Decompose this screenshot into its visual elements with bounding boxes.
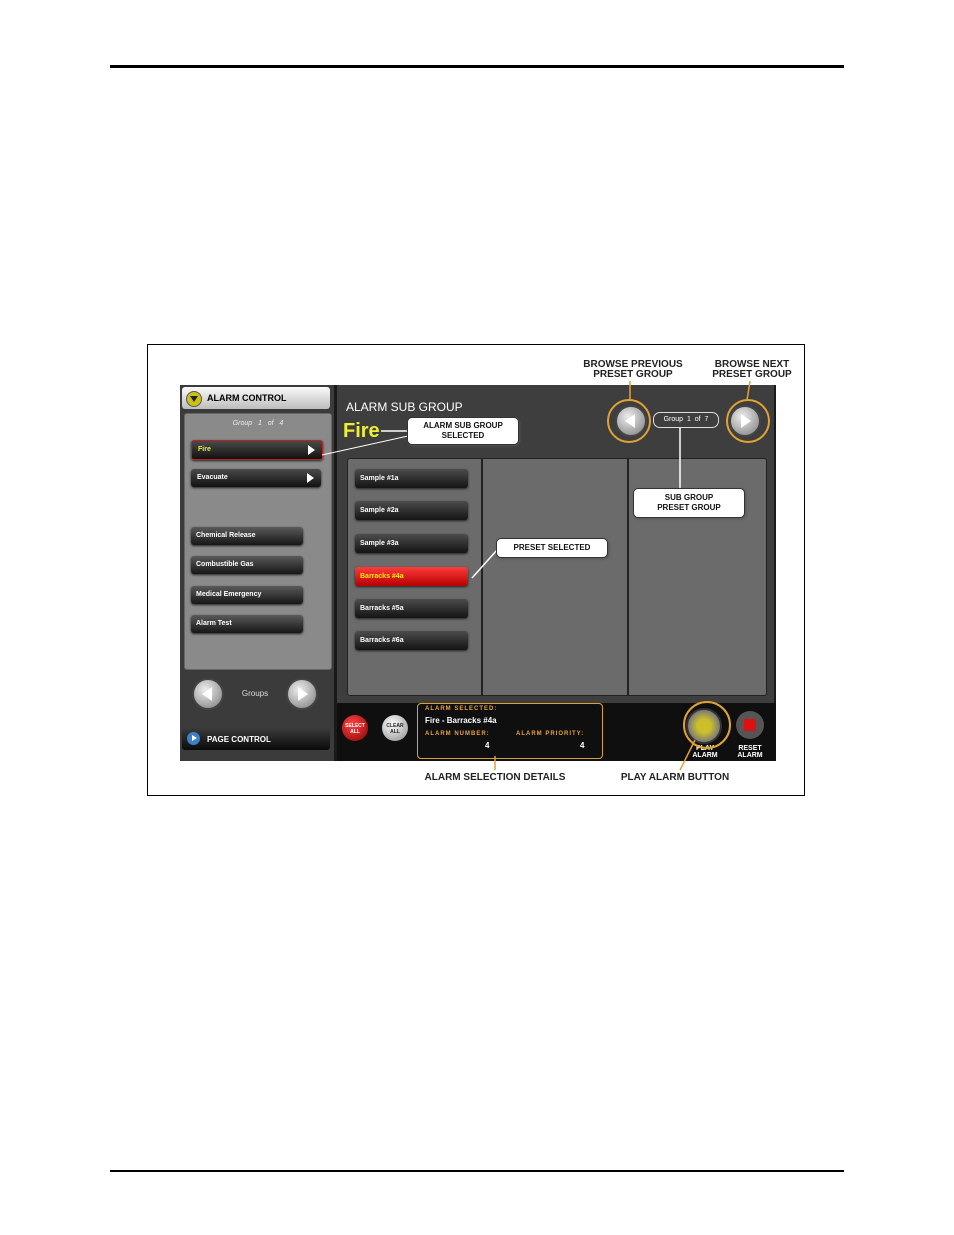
callout-subgroup-preset-group: SUB GROUP PRESET GROUP xyxy=(633,488,745,518)
callout-alarm-selection-details: ALARM SELECTION DETAILS xyxy=(424,772,566,783)
callout-play-alarm-button: PLAY ALARM BUTTON xyxy=(620,772,730,783)
callout-preset-selected: PRESET SELECTED xyxy=(496,538,608,558)
callout-leader-lines xyxy=(321,380,751,771)
callout-subgroup-selected: ALARM SUB GROUP SELECTED xyxy=(407,417,519,445)
